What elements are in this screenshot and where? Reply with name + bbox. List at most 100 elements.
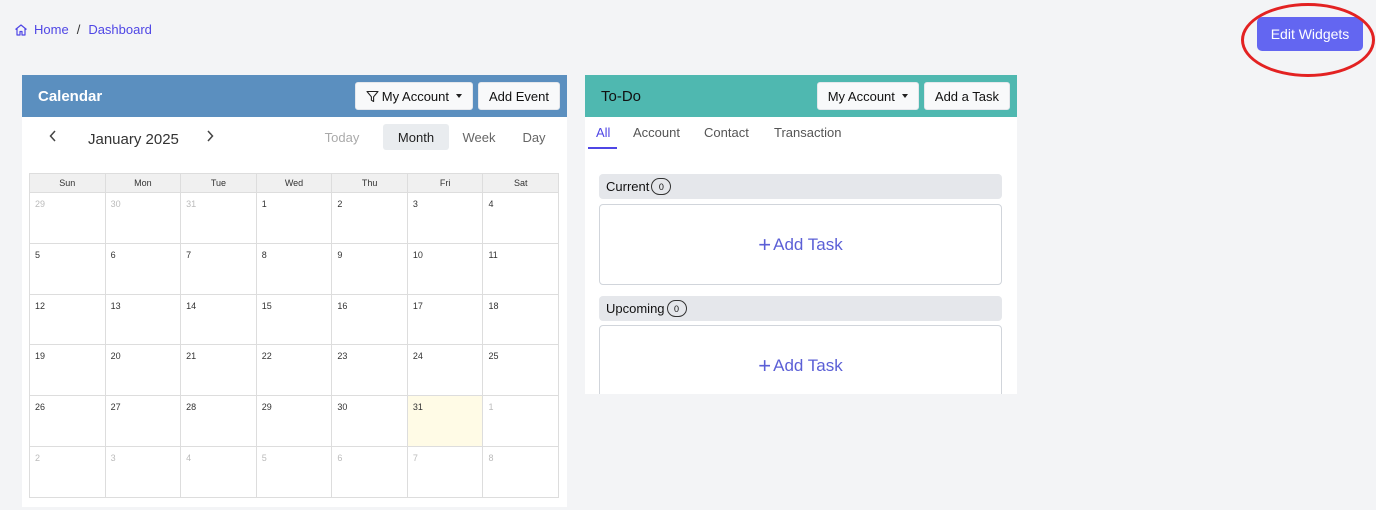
calendar-day-cell[interactable]: 17 (407, 294, 484, 346)
calendar-account-filter[interactable]: My Account (354, 82, 473, 110)
weekday-header: Thu (332, 174, 408, 193)
calendar-day-cell[interactable]: 24 (407, 345, 484, 397)
home-icon[interactable] (14, 23, 28, 37)
chevron-left-icon[interactable] (45, 127, 61, 145)
todo-account-filter-label: My Account (827, 88, 895, 104)
calendar-day-cell[interactable]: 6 (105, 243, 182, 295)
calendar-toolbar: January 2025 Today Month Week Day (22, 117, 567, 159)
calendar-day-cell[interactable]: 10 (407, 243, 484, 295)
todo-account-filter[interactable]: My Account (816, 82, 919, 110)
plus-icon: + (758, 352, 772, 378)
calendar-day-cell[interactable]: 9 (332, 243, 408, 295)
todo-tabs: All Account Contact Transaction (585, 117, 1017, 149)
week-view-button[interactable]: Week (452, 124, 506, 150)
tab-account[interactable]: Account (633, 125, 680, 140)
calendar-day-cell[interactable]: 6 (332, 446, 408, 498)
calendar-day-cell[interactable]: 23 (332, 345, 408, 397)
tab-transaction[interactable]: Transaction (774, 125, 841, 140)
add-event-button[interactable]: Add Event (478, 82, 560, 110)
calendar-day-cell[interactable]: 18 (483, 294, 560, 346)
calendar-month-grid: Sun Mon Tue Wed Thu Fri Sat 29 30 31 1 2… (29, 173, 560, 498)
calendar-day-cell[interactable]: 25 (483, 345, 560, 397)
calendar-day-cell[interactable]: 31 (181, 193, 257, 244)
breadcrumb-dashboard-link[interactable]: Dashboard (88, 22, 152, 37)
calendar-day-cell[interactable]: 15 (256, 294, 333, 346)
calendar-day-cell[interactable]: 29 (256, 396, 333, 447)
plus-icon: + (758, 231, 772, 257)
tab-all[interactable]: All (596, 125, 610, 140)
calendar-day-cell[interactable]: 21 (181, 345, 257, 397)
upcoming-add-task-label: Add Task (773, 355, 843, 375)
calendar-day-cell[interactable]: 4 (181, 446, 257, 498)
calendar-day-cell[interactable]: 2 (30, 446, 106, 498)
month-view-button[interactable]: Month (383, 124, 449, 150)
calendar-day-cell[interactable]: 20 (105, 345, 182, 397)
today-button[interactable]: Today (318, 124, 366, 150)
calendar-day-cell[interactable]: 4 (483, 193, 560, 244)
calendar-day-cell[interactable]: 7 (407, 446, 484, 498)
active-tab-indicator (588, 147, 617, 149)
calendar-day-cell[interactable]: 1 (483, 396, 560, 447)
add-a-task-button[interactable]: Add a Task (923, 82, 1010, 110)
calendar-week-row: 29 30 31 1 2 3 4 (30, 193, 560, 244)
breadcrumb-home-link[interactable]: Home (34, 22, 69, 37)
calendar-day-cell[interactable]: 28 (181, 396, 257, 447)
calendar-day-cell[interactable]: 3 (407, 193, 484, 244)
upcoming-add-task-button[interactable]: + Add Task (599, 325, 1002, 394)
calendar-day-cell[interactable]: 13 (105, 294, 182, 346)
weekday-header: Wed (256, 174, 333, 193)
filter-icon (366, 90, 379, 103)
todo-widget: To-Do My Account Add a Task All Account … (585, 75, 1017, 394)
calendar-day-cell[interactable]: 7 (181, 243, 257, 295)
upcoming-section-header: Upcoming 0 (599, 296, 1002, 321)
calendar-day-cell[interactable]: 3 (105, 446, 182, 498)
calendar-day-cell[interactable]: 8 (483, 446, 560, 498)
calendar-day-cell[interactable]: 19 (30, 345, 106, 397)
calendar-day-cell[interactable]: 5 (30, 243, 106, 295)
calendar-week-row: 12 13 14 15 16 17 18 (30, 294, 560, 346)
calendar-day-cell[interactable]: 1 (256, 193, 333, 244)
calendar-day-cell[interactable]: 12 (30, 294, 106, 346)
current-add-task-label: Add Task (773, 234, 843, 254)
calendar-day-cell[interactable]: 8 (256, 243, 333, 295)
current-count-badge: 0 (651, 178, 672, 195)
calendar-week-row: 5 6 7 8 9 10 11 (30, 243, 560, 295)
calendar-title: Calendar (38, 87, 103, 105)
weekday-header: Sat (483, 174, 560, 193)
current-section-label: Current (606, 179, 650, 194)
calendar-month-label: January 2025 (88, 131, 179, 148)
upcoming-count-badge: 0 (666, 300, 687, 317)
calendar-day-cell[interactable]: 30 (105, 193, 182, 244)
calendar-week-row: 2 3 4 5 6 7 8 (30, 446, 560, 498)
calendar-day-cell[interactable]: 2 (332, 193, 408, 244)
weekday-header: Sun (30, 174, 106, 193)
todo-header: To-Do My Account Add a Task (585, 75, 1017, 117)
calendar-day-cell[interactable]: 16 (332, 294, 408, 346)
calendar-account-filter-label: My Account (381, 88, 449, 104)
calendar-day-cell[interactable]: 14 (181, 294, 257, 346)
weekday-header: Mon (105, 174, 182, 193)
edit-widgets-button[interactable]: Edit Widgets (1257, 17, 1363, 51)
calendar-day-cell[interactable]: 29 (30, 193, 106, 244)
chevron-right-icon[interactable] (202, 127, 218, 145)
calendar-day-cell[interactable]: 27 (105, 396, 182, 447)
todo-title: To-Do (601, 87, 642, 105)
day-view-button[interactable]: Day (512, 124, 556, 150)
chevron-down-icon (901, 94, 908, 98)
breadcrumb: Home / Dashboard (14, 22, 152, 37)
calendar-widget: Calendar My Account Add Event January 20… (22, 75, 567, 507)
calendar-day-cell[interactable]: 11 (483, 243, 560, 295)
weekday-header: Tue (181, 174, 257, 193)
calendar-day-cell[interactable]: 30 (332, 396, 408, 447)
calendar-day-cell[interactable]: 26 (30, 396, 106, 447)
current-add-task-button[interactable]: + Add Task (599, 204, 1002, 285)
calendar-day-cell[interactable]: 22 (256, 345, 333, 397)
current-section-header: Current 0 (599, 174, 1002, 199)
calendar-today-cell[interactable]: 31 (407, 396, 484, 447)
weekday-header-row: Sun Mon Tue Wed Thu Fri Sat (30, 174, 560, 193)
tab-contact[interactable]: Contact (704, 125, 749, 140)
breadcrumb-separator: / (76, 22, 81, 37)
calendar-week-row: 26 27 28 29 30 31 1 (30, 396, 560, 447)
calendar-day-cell[interactable]: 5 (256, 446, 333, 498)
calendar-week-row: 19 20 21 22 23 24 25 (30, 345, 560, 397)
